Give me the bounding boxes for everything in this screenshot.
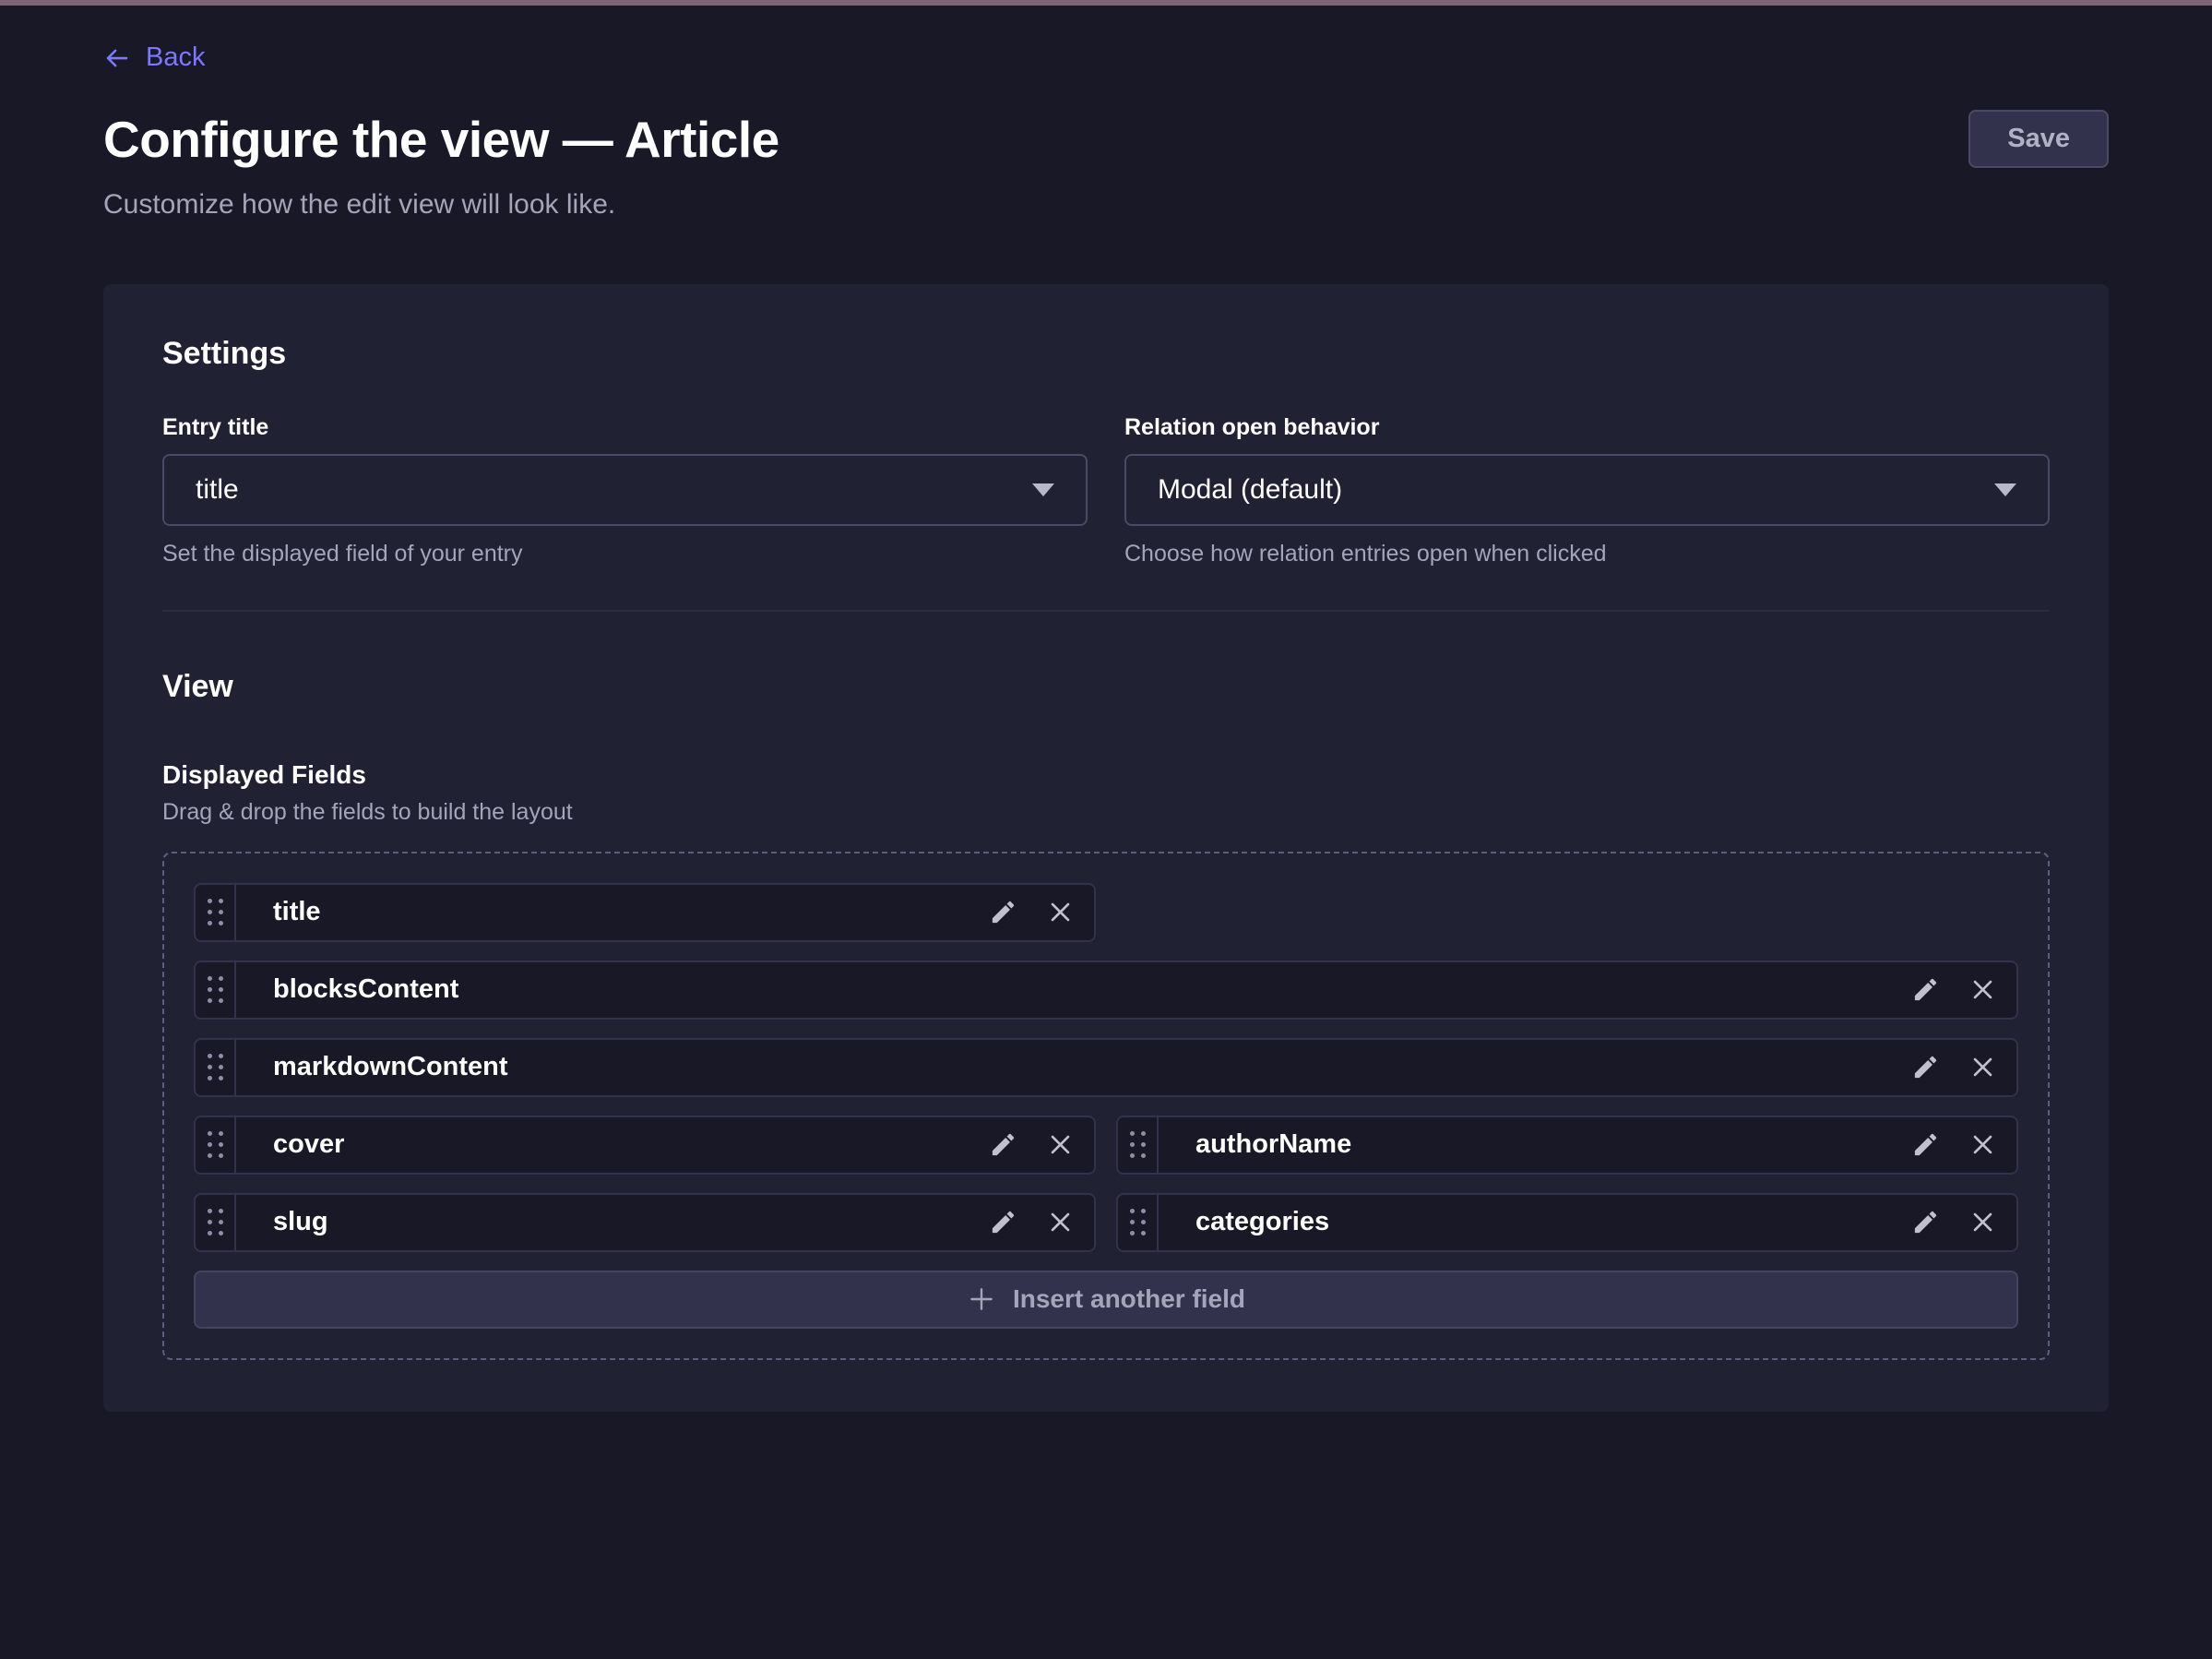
field-chip-label: cover: [236, 1117, 989, 1173]
edit-field-button[interactable]: [989, 1130, 1017, 1159]
configure-view-page: Back Configure the view — Article Save C…: [0, 6, 2212, 1412]
cross-icon: [1969, 1054, 1996, 1080]
field-chip-actions: [1911, 1195, 2016, 1250]
field-chip-actions: [1911, 1117, 2016, 1173]
edit-field-button[interactable]: [1911, 975, 1940, 1004]
entry-title-label: Entry title: [162, 414, 1088, 441]
pencil-icon: [989, 1130, 1017, 1159]
field-chip[interactable]: title: [194, 883, 1096, 942]
field-chip-actions: [989, 1195, 1094, 1250]
field-chip-actions: [1911, 962, 2016, 1018]
entry-title-field: Entry title title Set the displayed fiel…: [162, 414, 1088, 567]
field-chip-label: markdownContent: [236, 1040, 1911, 1095]
drag-handle-icon[interactable]: [196, 885, 236, 940]
field-row: cover authorName: [194, 1116, 2018, 1175]
view-heading: View: [162, 669, 2050, 705]
section-divider: [162, 610, 2050, 612]
cross-icon: [1969, 1209, 1996, 1235]
header-row: Configure the view — Article Save: [103, 110, 2109, 169]
field-chip-label: blocksContent: [236, 962, 1911, 1018]
field-chip-label: slug: [236, 1195, 989, 1250]
settings-grid: Entry title title Set the displayed fiel…: [162, 414, 2050, 567]
page-subtitle: Customize how the edit view will look li…: [103, 189, 2109, 221]
page-title: Configure the view — Article: [103, 110, 779, 169]
chevron-down-icon: [1032, 483, 1054, 496]
pencil-icon: [989, 898, 1017, 926]
cross-icon: [1047, 899, 1074, 925]
field-row: slug categories: [194, 1193, 2018, 1252]
relation-open-behavior-select[interactable]: Modal (default): [1124, 454, 2050, 526]
chevron-down-icon: [1994, 483, 2016, 496]
relation-open-behavior-value: Modal (default): [1158, 474, 1342, 506]
field-row: blocksContent: [194, 961, 2018, 1020]
cross-icon: [1969, 1131, 1996, 1158]
fields-drop-zone: title blocksContent markdownContent: [162, 852, 2050, 1360]
relation-open-behavior-hint: Choose how relation entries open when cl…: [1124, 541, 2050, 567]
relation-open-behavior-label: Relation open behavior: [1124, 414, 2050, 441]
field-chip-actions: [989, 1117, 1094, 1173]
drag-handle-icon[interactable]: [196, 1117, 236, 1173]
pencil-icon: [1911, 1130, 1940, 1159]
plus-icon: [967, 1284, 996, 1314]
settings-heading: Settings: [162, 336, 2050, 372]
edit-field-button[interactable]: [989, 1208, 1017, 1236]
settings-card: Settings Entry title title Set the displ…: [103, 284, 2109, 1412]
drag-handle-icon[interactable]: [196, 1195, 236, 1250]
pencil-icon: [1911, 1053, 1940, 1081]
remove-field-button[interactable]: [1047, 1131, 1074, 1158]
save-button[interactable]: Save: [1968, 110, 2109, 168]
field-chip[interactable]: slug: [194, 1193, 1096, 1252]
cross-icon: [1969, 976, 1996, 1003]
pencil-icon: [1911, 1208, 1940, 1236]
field-row: title: [194, 883, 2018, 942]
entry-title-select[interactable]: title: [162, 454, 1088, 526]
field-chip-actions: [989, 885, 1094, 940]
pencil-icon: [1911, 975, 1940, 1004]
remove-field-button[interactable]: [1969, 1209, 1996, 1235]
remove-field-button[interactable]: [1969, 976, 1996, 1003]
relation-open-behavior-field: Relation open behavior Modal (default) C…: [1124, 414, 2050, 567]
remove-field-button[interactable]: [1047, 899, 1074, 925]
field-chip[interactable]: authorName: [1116, 1116, 2018, 1175]
drag-handle-icon[interactable]: [1118, 1117, 1159, 1173]
cross-icon: [1047, 1209, 1074, 1235]
drag-handle-icon[interactable]: [196, 962, 236, 1018]
drag-handle-icon[interactable]: [1118, 1195, 1159, 1250]
field-rows: title blocksContent markdownContent: [194, 883, 2018, 1252]
entry-title-hint: Set the displayed field of your entry: [162, 541, 1088, 567]
field-chip[interactable]: categories: [1116, 1193, 2018, 1252]
back-link[interactable]: Back: [103, 42, 205, 73]
displayed-fields-subtitle: Drag & drop the fields to build the layo…: [162, 799, 2050, 826]
field-chip[interactable]: blocksContent: [194, 961, 2018, 1020]
field-row: markdownContent: [194, 1038, 2018, 1097]
displayed-fields-title: Displayed Fields: [162, 760, 2050, 790]
field-chip-actions: [1911, 1040, 2016, 1095]
field-chip-label: title: [236, 885, 989, 940]
pencil-icon: [989, 1208, 1017, 1236]
field-chip[interactable]: markdownContent: [194, 1038, 2018, 1097]
edit-field-button[interactable]: [1911, 1053, 1940, 1081]
arrow-left-icon: [103, 44, 131, 72]
insert-field-label: Insert another field: [1013, 1284, 1245, 1314]
edit-field-button[interactable]: [1911, 1208, 1940, 1236]
remove-field-button[interactable]: [1047, 1209, 1074, 1235]
field-chip-label: categories: [1159, 1195, 1911, 1250]
edit-field-button[interactable]: [989, 898, 1017, 926]
back-label: Back: [146, 42, 205, 73]
insert-field-button[interactable]: Insert another field: [194, 1271, 2018, 1329]
field-chip-label: authorName: [1159, 1117, 1911, 1173]
drag-handle-icon[interactable]: [196, 1040, 236, 1095]
remove-field-button[interactable]: [1969, 1131, 1996, 1158]
cross-icon: [1047, 1131, 1074, 1158]
remove-field-button[interactable]: [1969, 1054, 1996, 1080]
edit-field-button[interactable]: [1911, 1130, 1940, 1159]
entry-title-value: title: [196, 474, 239, 506]
field-chip[interactable]: cover: [194, 1116, 1096, 1175]
